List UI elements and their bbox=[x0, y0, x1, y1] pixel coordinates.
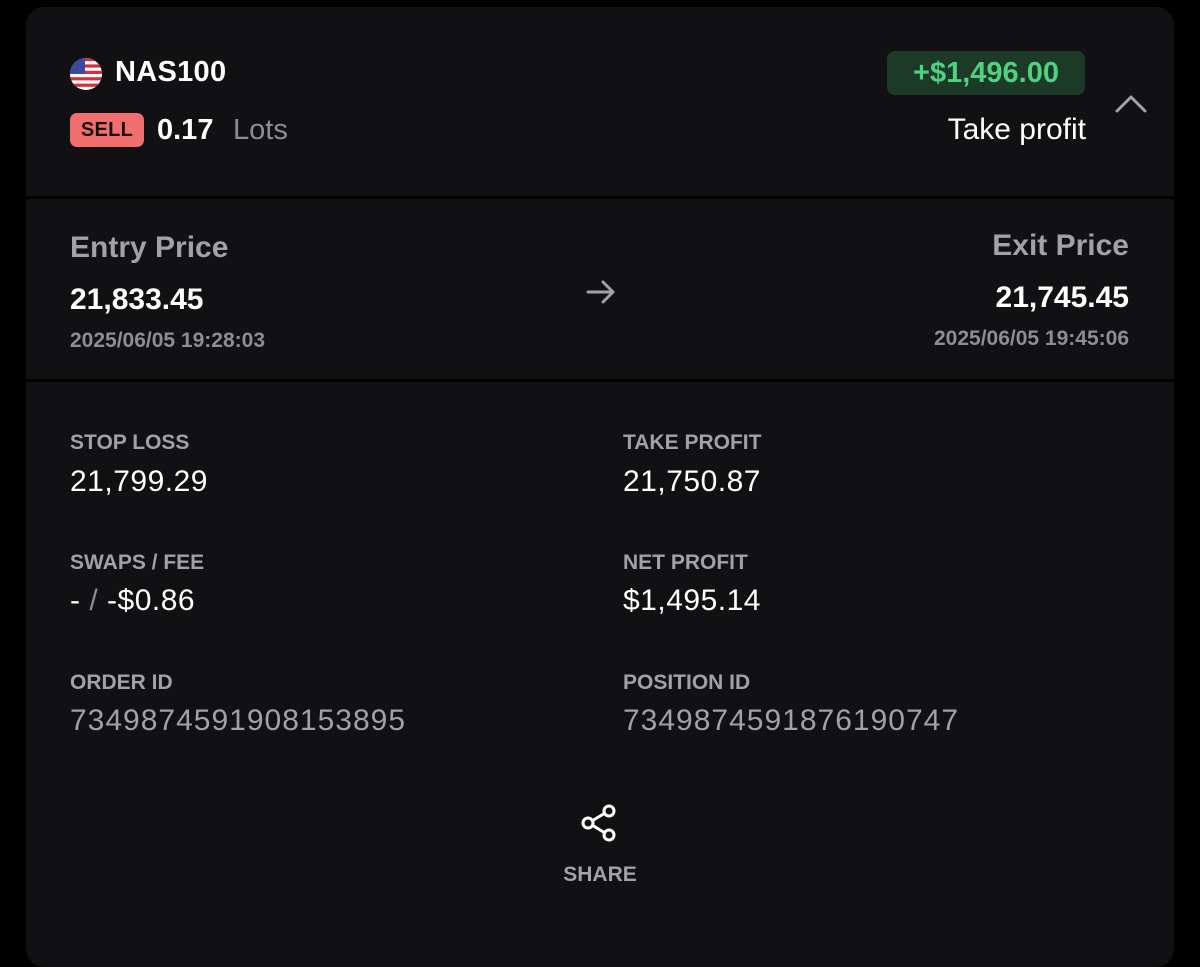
swaps-fee-label: SWAPS / FEE bbox=[70, 551, 205, 574]
fee-value: -$0.86 bbox=[107, 584, 196, 617]
exit-time: 2025/06/05 19:45:06 bbox=[934, 327, 1129, 350]
position-header[interactable]: NAS100 SELL 0.17 Lots +$1,496.00 Take pr… bbox=[26, 7, 1174, 197]
swaps-value: - bbox=[70, 584, 81, 617]
fee-separator: / bbox=[89, 584, 99, 617]
arrow-right-icon bbox=[584, 278, 618, 306]
order-id-value: 7349874591908153895 bbox=[70, 704, 407, 737]
entry-time: 2025/06/05 19:28:03 bbox=[70, 329, 265, 352]
symbol-name: NAS100 bbox=[115, 56, 227, 88]
lots-value: 0.17 bbox=[157, 114, 214, 146]
stop-loss-label: STOP LOSS bbox=[70, 431, 190, 454]
share-icon[interactable] bbox=[580, 803, 620, 843]
position-id-value: 7349874591876190747 bbox=[623, 704, 960, 737]
chevron-up-icon[interactable] bbox=[1114, 91, 1148, 115]
us-flag-icon bbox=[70, 58, 102, 90]
close-reason: Take profit bbox=[947, 113, 1086, 146]
stop-loss-value: 21,799.29 bbox=[70, 465, 208, 498]
net-profit-value: $1,495.14 bbox=[623, 584, 761, 617]
divider bbox=[26, 196, 1174, 199]
divider bbox=[26, 379, 1174, 382]
entry-price-value: 21,833.45 bbox=[70, 283, 204, 316]
exit-price-value: 21,745.45 bbox=[995, 281, 1129, 314]
take-profit-label: TAKE PROFIT bbox=[623, 431, 762, 454]
exit-price-label: Exit Price bbox=[992, 229, 1129, 262]
net-profit-label: NET PROFIT bbox=[623, 551, 748, 574]
sell-badge: SELL bbox=[70, 113, 144, 147]
take-profit-value: 21,750.87 bbox=[623, 465, 761, 498]
trade-detail-card: NAS100 SELL 0.17 Lots +$1,496.00 Take pr… bbox=[26, 7, 1174, 967]
share-button[interactable]: SHARE bbox=[26, 863, 1174, 887]
entry-price-label: Entry Price bbox=[70, 231, 229, 264]
pnl-badge: +$1,496.00 bbox=[887, 51, 1085, 95]
position-id-label: POSITION ID bbox=[623, 671, 751, 694]
swaps-fee-value: - / -$0.86 bbox=[70, 584, 195, 618]
lots-unit: Lots bbox=[233, 114, 288, 146]
order-id-label: ORDER ID bbox=[70, 671, 173, 694]
